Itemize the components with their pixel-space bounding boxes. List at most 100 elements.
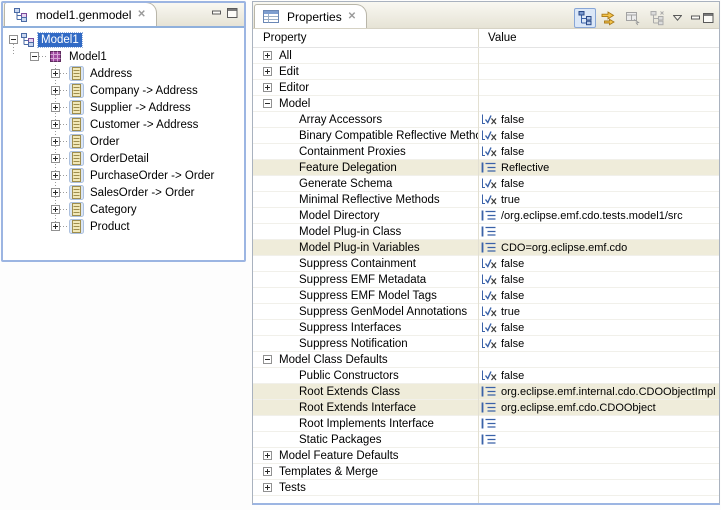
property-row[interactable]: Model Directory /org.eclipse.emf.cdo.tes… — [253, 208, 719, 224]
property-row[interactable]: Model Feature Defaults — [253, 448, 719, 464]
expander-icon[interactable] — [263, 467, 272, 476]
tree-item[interactable]: Company -> Address — [3, 82, 244, 99]
expander-icon[interactable] — [263, 67, 272, 76]
property-value-cell[interactable] — [478, 416, 719, 431]
property-row[interactable]: Root Extends Class org.eclipse.emf.inter… — [253, 384, 719, 400]
property-value-cell[interactable]: CDO=org.eclipse.emf.cdo — [478, 240, 719, 255]
expander-icon[interactable] — [51, 154, 60, 163]
property-value-cell[interactable] — [478, 64, 719, 79]
property-row[interactable]: Containment Proxies false — [253, 144, 719, 160]
property-row[interactable]: Static Packages — [253, 432, 719, 448]
property-row[interactable]: Public Constructors false — [253, 368, 719, 384]
property-value-cell[interactable]: Reflective — [478, 160, 719, 175]
property-row[interactable]: Suppress GenModel Annotations true — [253, 304, 719, 320]
expander-icon[interactable] — [263, 483, 272, 492]
property-value-cell[interactable]: true — [478, 304, 719, 319]
property-row[interactable]: Root Implements Interface — [253, 416, 719, 432]
tree-item[interactable]: Category — [3, 201, 244, 218]
property-row[interactable]: Suppress Interfaces false — [253, 320, 719, 336]
expander-icon[interactable] — [263, 83, 272, 92]
property-value-cell[interactable] — [478, 432, 719, 447]
expander-icon[interactable] — [51, 120, 60, 129]
maximize-button[interactable] — [227, 8, 238, 18]
property-row[interactable]: Model Plug-in Class — [253, 224, 719, 240]
property-value-cell[interactable]: false — [478, 288, 719, 303]
property-value-cell[interactable]: org.eclipse.emf.internal.cdo.CDOObjectIm… — [478, 384, 719, 399]
property-row[interactable]: Suppress EMF Model Tags false — [253, 288, 719, 304]
property-row[interactable]: Binary Compatible Reflective Methods fal… — [253, 128, 719, 144]
property-row[interactable]: Model — [253, 96, 719, 112]
close-icon[interactable]: ✕ — [136, 9, 146, 21]
expander-icon[interactable] — [51, 137, 60, 146]
restore-default-value-button[interactable] — [622, 8, 644, 28]
view-menu-button[interactable] — [670, 8, 685, 28]
property-value-cell[interactable] — [478, 96, 719, 111]
tree-item[interactable]: Model1 — [3, 48, 244, 65]
expander-icon[interactable] — [263, 355, 272, 364]
expander-icon[interactable] — [51, 222, 60, 231]
property-value-cell[interactable] — [478, 48, 719, 63]
property-row[interactable]: Minimal Reflective Methods true — [253, 192, 719, 208]
property-row[interactable]: Generate Schema false — [253, 176, 719, 192]
property-row[interactable]: Editor — [253, 80, 719, 96]
property-value-cell[interactable]: org.eclipse.emf.cdo.CDOObject — [478, 400, 719, 415]
tree-item[interactable]: OrderDetail — [3, 150, 244, 167]
property-value-cell[interactable] — [478, 224, 719, 239]
property-row[interactable]: Suppress Containment false — [253, 256, 719, 272]
tree-item[interactable]: Model1 — [3, 31, 244, 48]
property-value-cell[interactable]: false — [478, 336, 719, 351]
expander-icon[interactable] — [263, 451, 272, 460]
property-value-cell[interactable] — [478, 480, 719, 495]
tab-model1-genmodel[interactable]: model1.genmodel ✕ — [4, 2, 157, 26]
show-categories-button[interactable] — [574, 8, 596, 28]
expander-icon[interactable] — [51, 86, 60, 95]
property-value-cell[interactable]: false — [478, 256, 719, 271]
expander-icon[interactable] — [263, 51, 272, 60]
property-row[interactable]: All — [253, 48, 719, 64]
property-row[interactable]: Root Extends Interface org.eclipse.emf.c… — [253, 400, 719, 416]
property-row[interactable]: Array Accessors false — [253, 112, 719, 128]
expander-icon[interactable] — [263, 99, 272, 108]
property-value-cell[interactable]: false — [478, 144, 719, 159]
filter-properties-button[interactable] — [646, 8, 668, 28]
minimize-button[interactable] — [212, 9, 222, 17]
property-row[interactable]: Suppress EMF Metadata false — [253, 272, 719, 288]
column-header-value[interactable]: Value — [478, 32, 517, 44]
property-row[interactable]: Model Class Defaults — [253, 352, 719, 368]
tab-properties[interactable]: Properties ✕ — [254, 4, 367, 28]
property-value-cell[interactable]: false — [478, 272, 719, 287]
property-row[interactable]: Tests — [253, 480, 719, 496]
tree-item[interactable]: Address — [3, 65, 244, 82]
property-row[interactable]: Feature Delegation Reflective — [253, 160, 719, 176]
property-row[interactable]: Model Plug-in Variables CDO=org.eclipse.… — [253, 240, 719, 256]
property-value-cell[interactable]: false — [478, 112, 719, 127]
property-value-cell[interactable] — [478, 352, 719, 367]
property-value-cell[interactable]: false — [478, 128, 719, 143]
expander-icon[interactable] — [51, 69, 60, 78]
column-header-property[interactable]: Property — [253, 32, 478, 44]
close-icon[interactable]: ✕ — [347, 11, 357, 23]
tree-item[interactable]: Customer -> Address — [3, 116, 244, 133]
show-advanced-properties-button[interactable] — [598, 8, 620, 28]
property-value-cell[interactable] — [478, 80, 719, 95]
property-value-cell[interactable]: false — [478, 320, 719, 335]
property-row[interactable]: Suppress Notification false — [253, 336, 719, 352]
tree-item[interactable]: Product — [3, 218, 244, 235]
tree-item[interactable]: Order — [3, 133, 244, 150]
expander-icon[interactable] — [51, 188, 60, 197]
property-value-cell[interactable]: false — [478, 176, 719, 191]
property-value-cell[interactable]: /org.eclipse.emf.cdo.tests.model1/src — [478, 208, 719, 223]
expander-icon[interactable] — [51, 103, 60, 112]
tree-item[interactable]: SalesOrder -> Order — [3, 184, 244, 201]
expander-icon[interactable] — [51, 171, 60, 180]
tree-item[interactable]: Supplier -> Address — [3, 99, 244, 116]
property-value-cell[interactable]: false — [478, 368, 719, 383]
column-divider[interactable] — [478, 29, 479, 47]
property-value-cell[interactable] — [478, 448, 719, 463]
property-row[interactable]: Templates & Merge — [253, 464, 719, 480]
expander-icon[interactable] — [30, 52, 39, 61]
maximize-button[interactable] — [703, 13, 714, 23]
tree-item[interactable]: PurchaseOrder -> Order — [3, 167, 244, 184]
property-value-cell[interactable]: true — [478, 192, 719, 207]
expander-icon[interactable] — [9, 35, 18, 44]
